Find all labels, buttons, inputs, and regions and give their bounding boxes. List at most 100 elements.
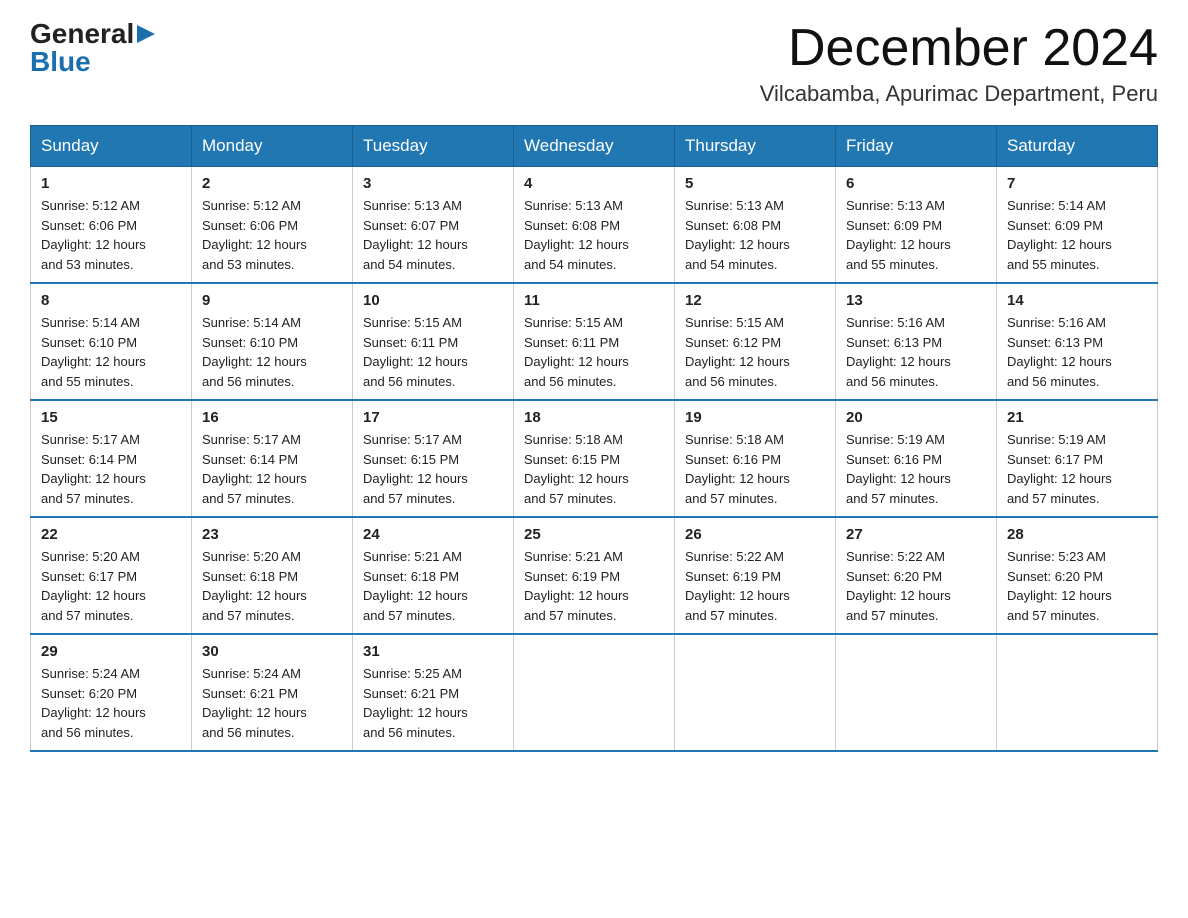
calendar-cell: 17 Sunrise: 5:17 AM Sunset: 6:15 PM Dayl… (353, 400, 514, 517)
calendar-cell: 8 Sunrise: 5:14 AM Sunset: 6:10 PM Dayli… (31, 283, 192, 400)
calendar-cell: 24 Sunrise: 5:21 AM Sunset: 6:18 PM Dayl… (353, 517, 514, 634)
calendar-cell: 9 Sunrise: 5:14 AM Sunset: 6:10 PM Dayli… (192, 283, 353, 400)
calendar-cell: 27 Sunrise: 5:22 AM Sunset: 6:20 PM Dayl… (836, 517, 997, 634)
day-info: Sunrise: 5:15 AM Sunset: 6:11 PM Dayligh… (363, 313, 503, 391)
day-info: Sunrise: 5:24 AM Sunset: 6:20 PM Dayligh… (41, 664, 181, 742)
calendar-cell: 28 Sunrise: 5:23 AM Sunset: 6:20 PM Dayl… (997, 517, 1158, 634)
calendar-cell: 29 Sunrise: 5:24 AM Sunset: 6:20 PM Dayl… (31, 634, 192, 751)
day-info: Sunrise: 5:17 AM Sunset: 6:15 PM Dayligh… (363, 430, 503, 508)
day-number: 20 (846, 409, 986, 426)
day-number: 21 (1007, 409, 1147, 426)
day-info: Sunrise: 5:22 AM Sunset: 6:19 PM Dayligh… (685, 547, 825, 625)
calendar-week-row: 22 Sunrise: 5:20 AM Sunset: 6:17 PM Dayl… (31, 517, 1158, 634)
day-number: 16 (202, 409, 342, 426)
column-header-wednesday: Wednesday (514, 126, 675, 167)
calendar-cell: 5 Sunrise: 5:13 AM Sunset: 6:08 PM Dayli… (675, 167, 836, 284)
page-header: General Blue December 2024 Vilcabamba, A… (30, 20, 1158, 107)
calendar-cell: 15 Sunrise: 5:17 AM Sunset: 6:14 PM Dayl… (31, 400, 192, 517)
day-number: 13 (846, 292, 986, 309)
day-number: 2 (202, 175, 342, 192)
day-number: 7 (1007, 175, 1147, 192)
day-info: Sunrise: 5:19 AM Sunset: 6:17 PM Dayligh… (1007, 430, 1147, 508)
day-info: Sunrise: 5:20 AM Sunset: 6:17 PM Dayligh… (41, 547, 181, 625)
day-info: Sunrise: 5:12 AM Sunset: 6:06 PM Dayligh… (41, 196, 181, 274)
day-info: Sunrise: 5:21 AM Sunset: 6:18 PM Dayligh… (363, 547, 503, 625)
day-number: 22 (41, 526, 181, 543)
calendar-cell: 10 Sunrise: 5:15 AM Sunset: 6:11 PM Dayl… (353, 283, 514, 400)
calendar-header-row: SundayMondayTuesdayWednesdayThursdayFrid… (31, 126, 1158, 167)
logo-general: General (30, 20, 134, 48)
calendar-cell: 4 Sunrise: 5:13 AM Sunset: 6:08 PM Dayli… (514, 167, 675, 284)
day-number: 17 (363, 409, 503, 426)
logo: General Blue (30, 20, 155, 76)
calendar-cell: 23 Sunrise: 5:20 AM Sunset: 6:18 PM Dayl… (192, 517, 353, 634)
day-info: Sunrise: 5:20 AM Sunset: 6:18 PM Dayligh… (202, 547, 342, 625)
day-info: Sunrise: 5:16 AM Sunset: 6:13 PM Dayligh… (1007, 313, 1147, 391)
day-number: 26 (685, 526, 825, 543)
day-info: Sunrise: 5:24 AM Sunset: 6:21 PM Dayligh… (202, 664, 342, 742)
day-number: 6 (846, 175, 986, 192)
calendar-cell (997, 634, 1158, 751)
calendar-cell: 14 Sunrise: 5:16 AM Sunset: 6:13 PM Dayl… (997, 283, 1158, 400)
calendar-cell (836, 634, 997, 751)
day-number: 25 (524, 526, 664, 543)
day-info: Sunrise: 5:13 AM Sunset: 6:08 PM Dayligh… (685, 196, 825, 274)
day-number: 9 (202, 292, 342, 309)
day-number: 3 (363, 175, 503, 192)
calendar-cell: 6 Sunrise: 5:13 AM Sunset: 6:09 PM Dayli… (836, 167, 997, 284)
day-number: 10 (363, 292, 503, 309)
day-number: 8 (41, 292, 181, 309)
day-info: Sunrise: 5:14 AM Sunset: 6:09 PM Dayligh… (1007, 196, 1147, 274)
day-info: Sunrise: 5:13 AM Sunset: 6:07 PM Dayligh… (363, 196, 503, 274)
calendar-cell: 7 Sunrise: 5:14 AM Sunset: 6:09 PM Dayli… (997, 167, 1158, 284)
calendar-week-row: 29 Sunrise: 5:24 AM Sunset: 6:20 PM Dayl… (31, 634, 1158, 751)
day-info: Sunrise: 5:17 AM Sunset: 6:14 PM Dayligh… (202, 430, 342, 508)
day-info: Sunrise: 5:12 AM Sunset: 6:06 PM Dayligh… (202, 196, 342, 274)
day-number: 24 (363, 526, 503, 543)
column-header-sunday: Sunday (31, 126, 192, 167)
day-number: 15 (41, 409, 181, 426)
calendar-cell: 12 Sunrise: 5:15 AM Sunset: 6:12 PM Dayl… (675, 283, 836, 400)
day-number: 31 (363, 643, 503, 660)
day-number: 11 (524, 292, 664, 309)
calendar-cell: 21 Sunrise: 5:19 AM Sunset: 6:17 PM Dayl… (997, 400, 1158, 517)
day-number: 5 (685, 175, 825, 192)
column-header-friday: Friday (836, 126, 997, 167)
calendar-cell: 30 Sunrise: 5:24 AM Sunset: 6:21 PM Dayl… (192, 634, 353, 751)
day-info: Sunrise: 5:23 AM Sunset: 6:20 PM Dayligh… (1007, 547, 1147, 625)
calendar-cell: 11 Sunrise: 5:15 AM Sunset: 6:11 PM Dayl… (514, 283, 675, 400)
title-block: December 2024 Vilcabamba, Apurimac Depar… (760, 20, 1158, 107)
column-header-thursday: Thursday (675, 126, 836, 167)
day-info: Sunrise: 5:25 AM Sunset: 6:21 PM Dayligh… (363, 664, 503, 742)
day-info: Sunrise: 5:13 AM Sunset: 6:09 PM Dayligh… (846, 196, 986, 274)
calendar-cell: 22 Sunrise: 5:20 AM Sunset: 6:17 PM Dayl… (31, 517, 192, 634)
day-info: Sunrise: 5:14 AM Sunset: 6:10 PM Dayligh… (41, 313, 181, 391)
day-info: Sunrise: 5:18 AM Sunset: 6:15 PM Dayligh… (524, 430, 664, 508)
calendar-cell: 3 Sunrise: 5:13 AM Sunset: 6:07 PM Dayli… (353, 167, 514, 284)
calendar-cell: 16 Sunrise: 5:17 AM Sunset: 6:14 PM Dayl… (192, 400, 353, 517)
day-number: 1 (41, 175, 181, 192)
calendar-cell: 26 Sunrise: 5:22 AM Sunset: 6:19 PM Dayl… (675, 517, 836, 634)
logo-arrow-icon (137, 25, 155, 47)
day-number: 27 (846, 526, 986, 543)
day-info: Sunrise: 5:15 AM Sunset: 6:12 PM Dayligh… (685, 313, 825, 391)
day-number: 28 (1007, 526, 1147, 543)
calendar-cell: 13 Sunrise: 5:16 AM Sunset: 6:13 PM Dayl… (836, 283, 997, 400)
calendar-table: SundayMondayTuesdayWednesdayThursdayFrid… (30, 125, 1158, 752)
day-info: Sunrise: 5:16 AM Sunset: 6:13 PM Dayligh… (846, 313, 986, 391)
day-info: Sunrise: 5:14 AM Sunset: 6:10 PM Dayligh… (202, 313, 342, 391)
day-number: 23 (202, 526, 342, 543)
page-subtitle: Vilcabamba, Apurimac Department, Peru (760, 81, 1158, 107)
day-number: 4 (524, 175, 664, 192)
calendar-cell: 18 Sunrise: 5:18 AM Sunset: 6:15 PM Dayl… (514, 400, 675, 517)
calendar-cell (514, 634, 675, 751)
day-number: 29 (41, 643, 181, 660)
day-number: 30 (202, 643, 342, 660)
column-header-tuesday: Tuesday (353, 126, 514, 167)
calendar-cell: 19 Sunrise: 5:18 AM Sunset: 6:16 PM Dayl… (675, 400, 836, 517)
logo-blue: Blue (30, 46, 91, 77)
day-number: 18 (524, 409, 664, 426)
day-number: 19 (685, 409, 825, 426)
day-number: 14 (1007, 292, 1147, 309)
day-info: Sunrise: 5:13 AM Sunset: 6:08 PM Dayligh… (524, 196, 664, 274)
